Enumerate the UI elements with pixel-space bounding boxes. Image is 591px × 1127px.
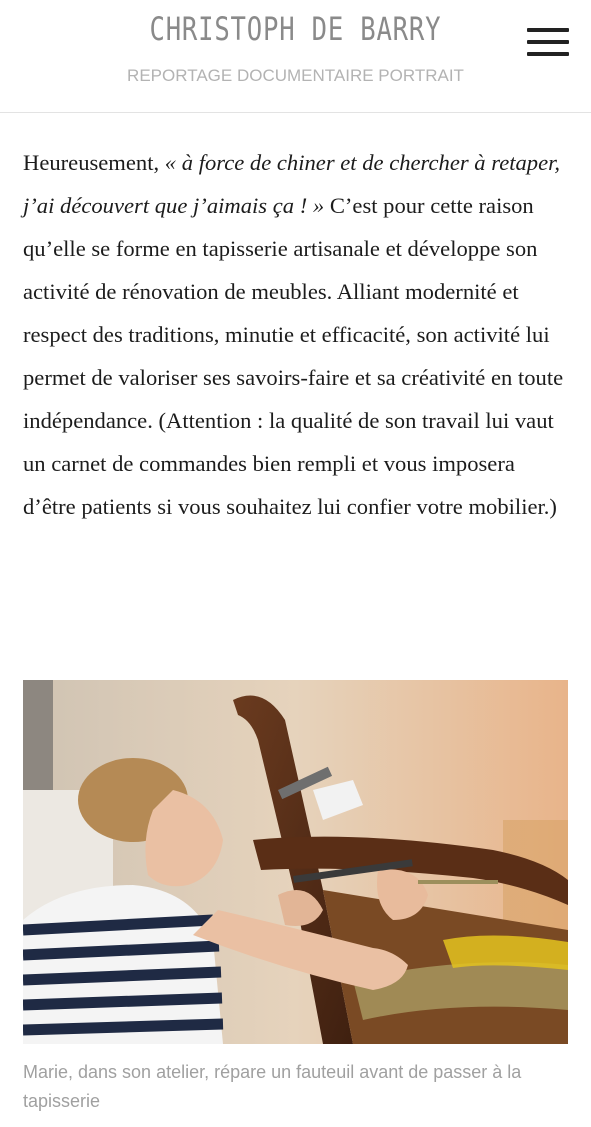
article-text-body: C’est pour cette raison qu’elle se forme… [23, 193, 564, 519]
menu-bar-top [527, 28, 569, 32]
menu-bar-bottom [527, 52, 569, 56]
menu-bar-middle [527, 40, 569, 44]
article-photo [23, 680, 568, 1044]
site-subtitle: REPORTAGE DOCUMENTAIRE PORTRAIT [127, 66, 464, 85]
hamburger-menu-icon[interactable] [527, 28, 569, 58]
article-paragraph: Heureusement, « à force de chiner et de … [23, 141, 571, 528]
article-text-intro: Heureusement, [23, 150, 165, 175]
photo-caption: Marie, dans son atelier, répare un faute… [23, 1062, 522, 1111]
site-title[interactable]: CHRISTOPH DE BARRY [59, 10, 532, 48]
site-header: CHRISTOPH DE BARRY REPORTAGE DOCUMENTAIR… [0, 0, 591, 113]
